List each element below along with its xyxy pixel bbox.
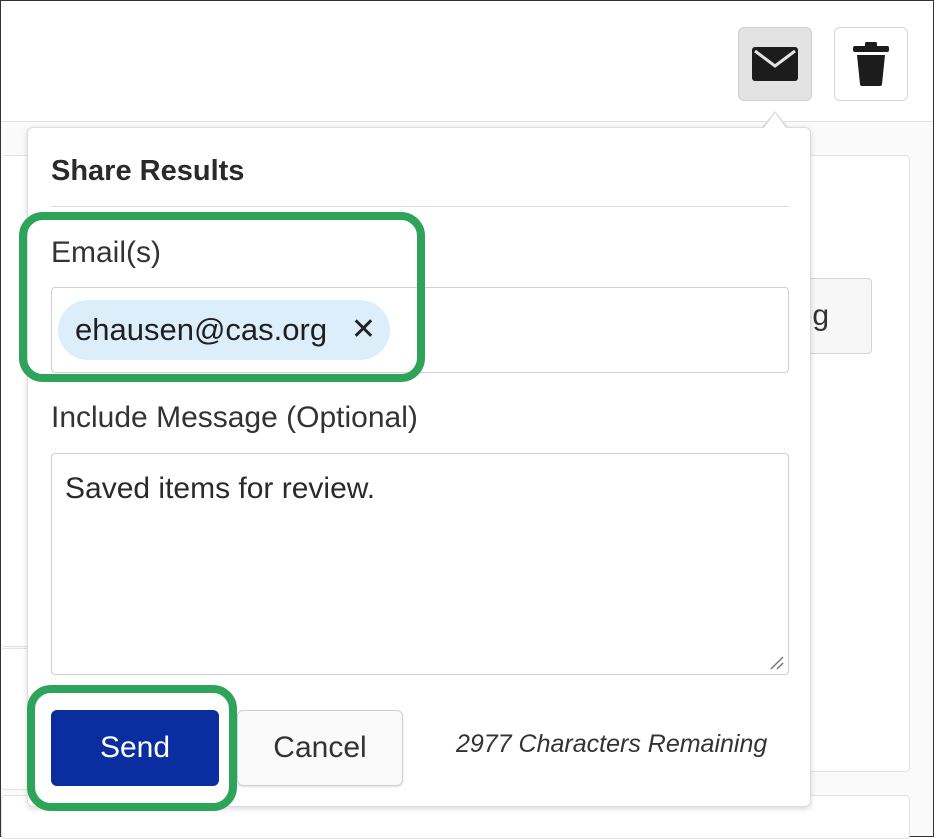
envelope-icon bbox=[752, 47, 798, 81]
trash-icon bbox=[853, 42, 889, 86]
send-highlight-callout bbox=[27, 685, 237, 811]
cancel-button[interactable]: Cancel bbox=[237, 710, 403, 786]
message-text: Saved items for review. bbox=[65, 472, 376, 505]
message-textarea[interactable]: Saved items for review. bbox=[51, 453, 789, 675]
resize-handle-icon[interactable] bbox=[768, 654, 784, 670]
share-email-button[interactable] bbox=[738, 27, 812, 101]
background-button-label: g bbox=[812, 299, 829, 332]
email-highlight-callout bbox=[19, 212, 425, 382]
title-divider bbox=[51, 206, 789, 207]
characters-remaining: 2977 Characters Remaining bbox=[456, 730, 768, 758]
message-label: Include Message (Optional) bbox=[51, 401, 418, 434]
delete-button[interactable] bbox=[834, 27, 908, 101]
popover-arrow-inner bbox=[764, 113, 786, 128]
popover-title: Share Results bbox=[51, 155, 245, 187]
